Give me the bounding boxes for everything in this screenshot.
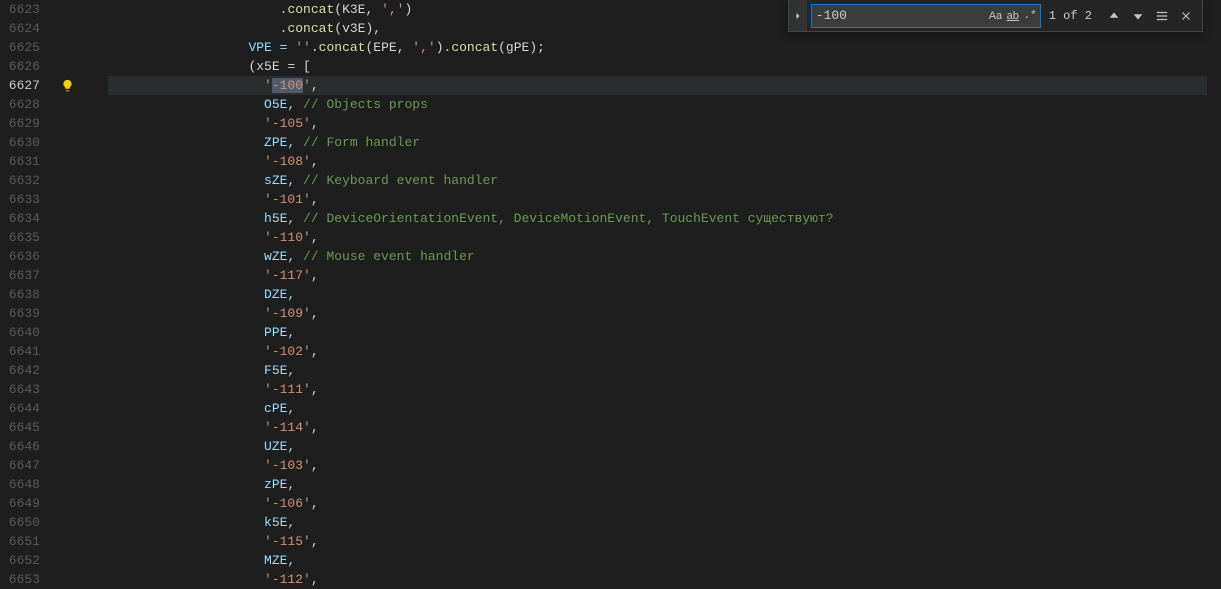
match-case-button[interactable]: Aa bbox=[988, 6, 1003, 26]
code-line[interactable]: wZE, // Mouse event handler bbox=[108, 247, 1221, 266]
line-number: 6651 bbox=[0, 532, 40, 551]
code-editor[interactable]: 6623662466256626662766286629663066316632… bbox=[0, 0, 1221, 574]
code-line[interactable]: UZE, bbox=[108, 437, 1221, 456]
line-number: 6640 bbox=[0, 323, 40, 342]
find-input[interactable] bbox=[812, 5, 988, 27]
use-regex-button[interactable]: .* bbox=[1022, 6, 1037, 26]
code-line[interactable]: O5E, // Objects props bbox=[108, 95, 1221, 114]
code-line[interactable]: sZE, // Keyboard event handler bbox=[108, 171, 1221, 190]
code-line[interactable]: ZPE, // Form handler bbox=[108, 133, 1221, 152]
line-number: 6634 bbox=[0, 209, 40, 228]
code-line[interactable]: '-112', bbox=[108, 570, 1221, 589]
find-widget: Aa ab .* 1 of 2 bbox=[788, 0, 1203, 32]
line-number-gutter: 6623662466256626662766286629663066316632… bbox=[0, 0, 58, 574]
code-line[interactable]: '-100', bbox=[108, 76, 1221, 95]
find-input-container: Aa ab .* bbox=[811, 4, 1041, 28]
code-line[interactable]: PPE, bbox=[108, 323, 1221, 342]
line-number: 6630 bbox=[0, 133, 40, 152]
code-line[interactable]: F5E, bbox=[108, 361, 1221, 380]
code-line[interactable]: DZE, bbox=[108, 285, 1221, 304]
line-number: 6646 bbox=[0, 437, 40, 456]
line-number: 6645 bbox=[0, 418, 40, 437]
line-number: 6638 bbox=[0, 285, 40, 304]
code-line[interactable]: '-108', bbox=[108, 152, 1221, 171]
code-line[interactable]: '-102', bbox=[108, 342, 1221, 361]
line-number: 6623 bbox=[0, 0, 40, 19]
code-line[interactable]: '-106', bbox=[108, 494, 1221, 513]
line-number: 6653 bbox=[0, 570, 40, 589]
code-line[interactable]: '-115', bbox=[108, 532, 1221, 551]
toggle-replace-icon[interactable] bbox=[789, 0, 807, 31]
line-number: 6632 bbox=[0, 171, 40, 190]
code-content[interactable]: .concat(K3E, ',') .concat(v3E), VPE = ''… bbox=[108, 0, 1221, 574]
code-line[interactable]: VPE = ''.concat(EPE, ',').concat(gPE); bbox=[108, 38, 1221, 57]
fold-margin bbox=[80, 0, 108, 574]
find-in-selection-button[interactable] bbox=[1150, 4, 1174, 28]
close-find-button[interactable] bbox=[1174, 4, 1198, 28]
line-number: 6647 bbox=[0, 456, 40, 475]
line-number: 6650 bbox=[0, 513, 40, 532]
line-number: 6629 bbox=[0, 114, 40, 133]
line-number: 6644 bbox=[0, 399, 40, 418]
line-number: 6635 bbox=[0, 228, 40, 247]
code-line[interactable]: '-105', bbox=[108, 114, 1221, 133]
line-number: 6649 bbox=[0, 494, 40, 513]
minimap[interactable] bbox=[1207, 0, 1221, 574]
code-line[interactable]: zPE, bbox=[108, 475, 1221, 494]
glyph-margin bbox=[58, 0, 80, 574]
find-actions bbox=[1102, 4, 1202, 28]
line-number: 6626 bbox=[0, 57, 40, 76]
line-number: 6628 bbox=[0, 95, 40, 114]
code-line[interactable]: MZE, bbox=[108, 551, 1221, 570]
code-line[interactable]: cPE, bbox=[108, 399, 1221, 418]
line-number: 6642 bbox=[0, 361, 40, 380]
code-line[interactable]: k5E, bbox=[108, 513, 1221, 532]
line-number: 6639 bbox=[0, 304, 40, 323]
line-number: 6627 bbox=[0, 76, 40, 95]
next-match-button[interactable] bbox=[1126, 4, 1150, 28]
line-number: 6652 bbox=[0, 551, 40, 570]
code-line[interactable]: '-109', bbox=[108, 304, 1221, 323]
code-line[interactable]: '-117', bbox=[108, 266, 1221, 285]
code-line[interactable]: (x5E = [ bbox=[108, 57, 1221, 76]
line-number: 6636 bbox=[0, 247, 40, 266]
line-number: 6631 bbox=[0, 152, 40, 171]
line-number: 6641 bbox=[0, 342, 40, 361]
previous-match-button[interactable] bbox=[1102, 4, 1126, 28]
line-number: 6625 bbox=[0, 38, 40, 57]
line-number: 6633 bbox=[0, 190, 40, 209]
line-number: 6648 bbox=[0, 475, 40, 494]
code-line[interactable]: '-103', bbox=[108, 456, 1221, 475]
code-line[interactable]: '-111', bbox=[108, 380, 1221, 399]
code-line[interactable]: '-114', bbox=[108, 418, 1221, 437]
lightbulb-icon[interactable] bbox=[60, 78, 74, 92]
code-line[interactable]: '-101', bbox=[108, 190, 1221, 209]
line-number: 6643 bbox=[0, 380, 40, 399]
line-number: 6624 bbox=[0, 19, 40, 38]
line-number: 6637 bbox=[0, 266, 40, 285]
code-line[interactable]: h5E, // DeviceOrientationEvent, DeviceMo… bbox=[108, 209, 1221, 228]
find-result-count: 1 of 2 bbox=[1041, 9, 1102, 23]
match-whole-word-button[interactable]: ab bbox=[1005, 6, 1020, 26]
code-line[interactable]: '-110', bbox=[108, 228, 1221, 247]
